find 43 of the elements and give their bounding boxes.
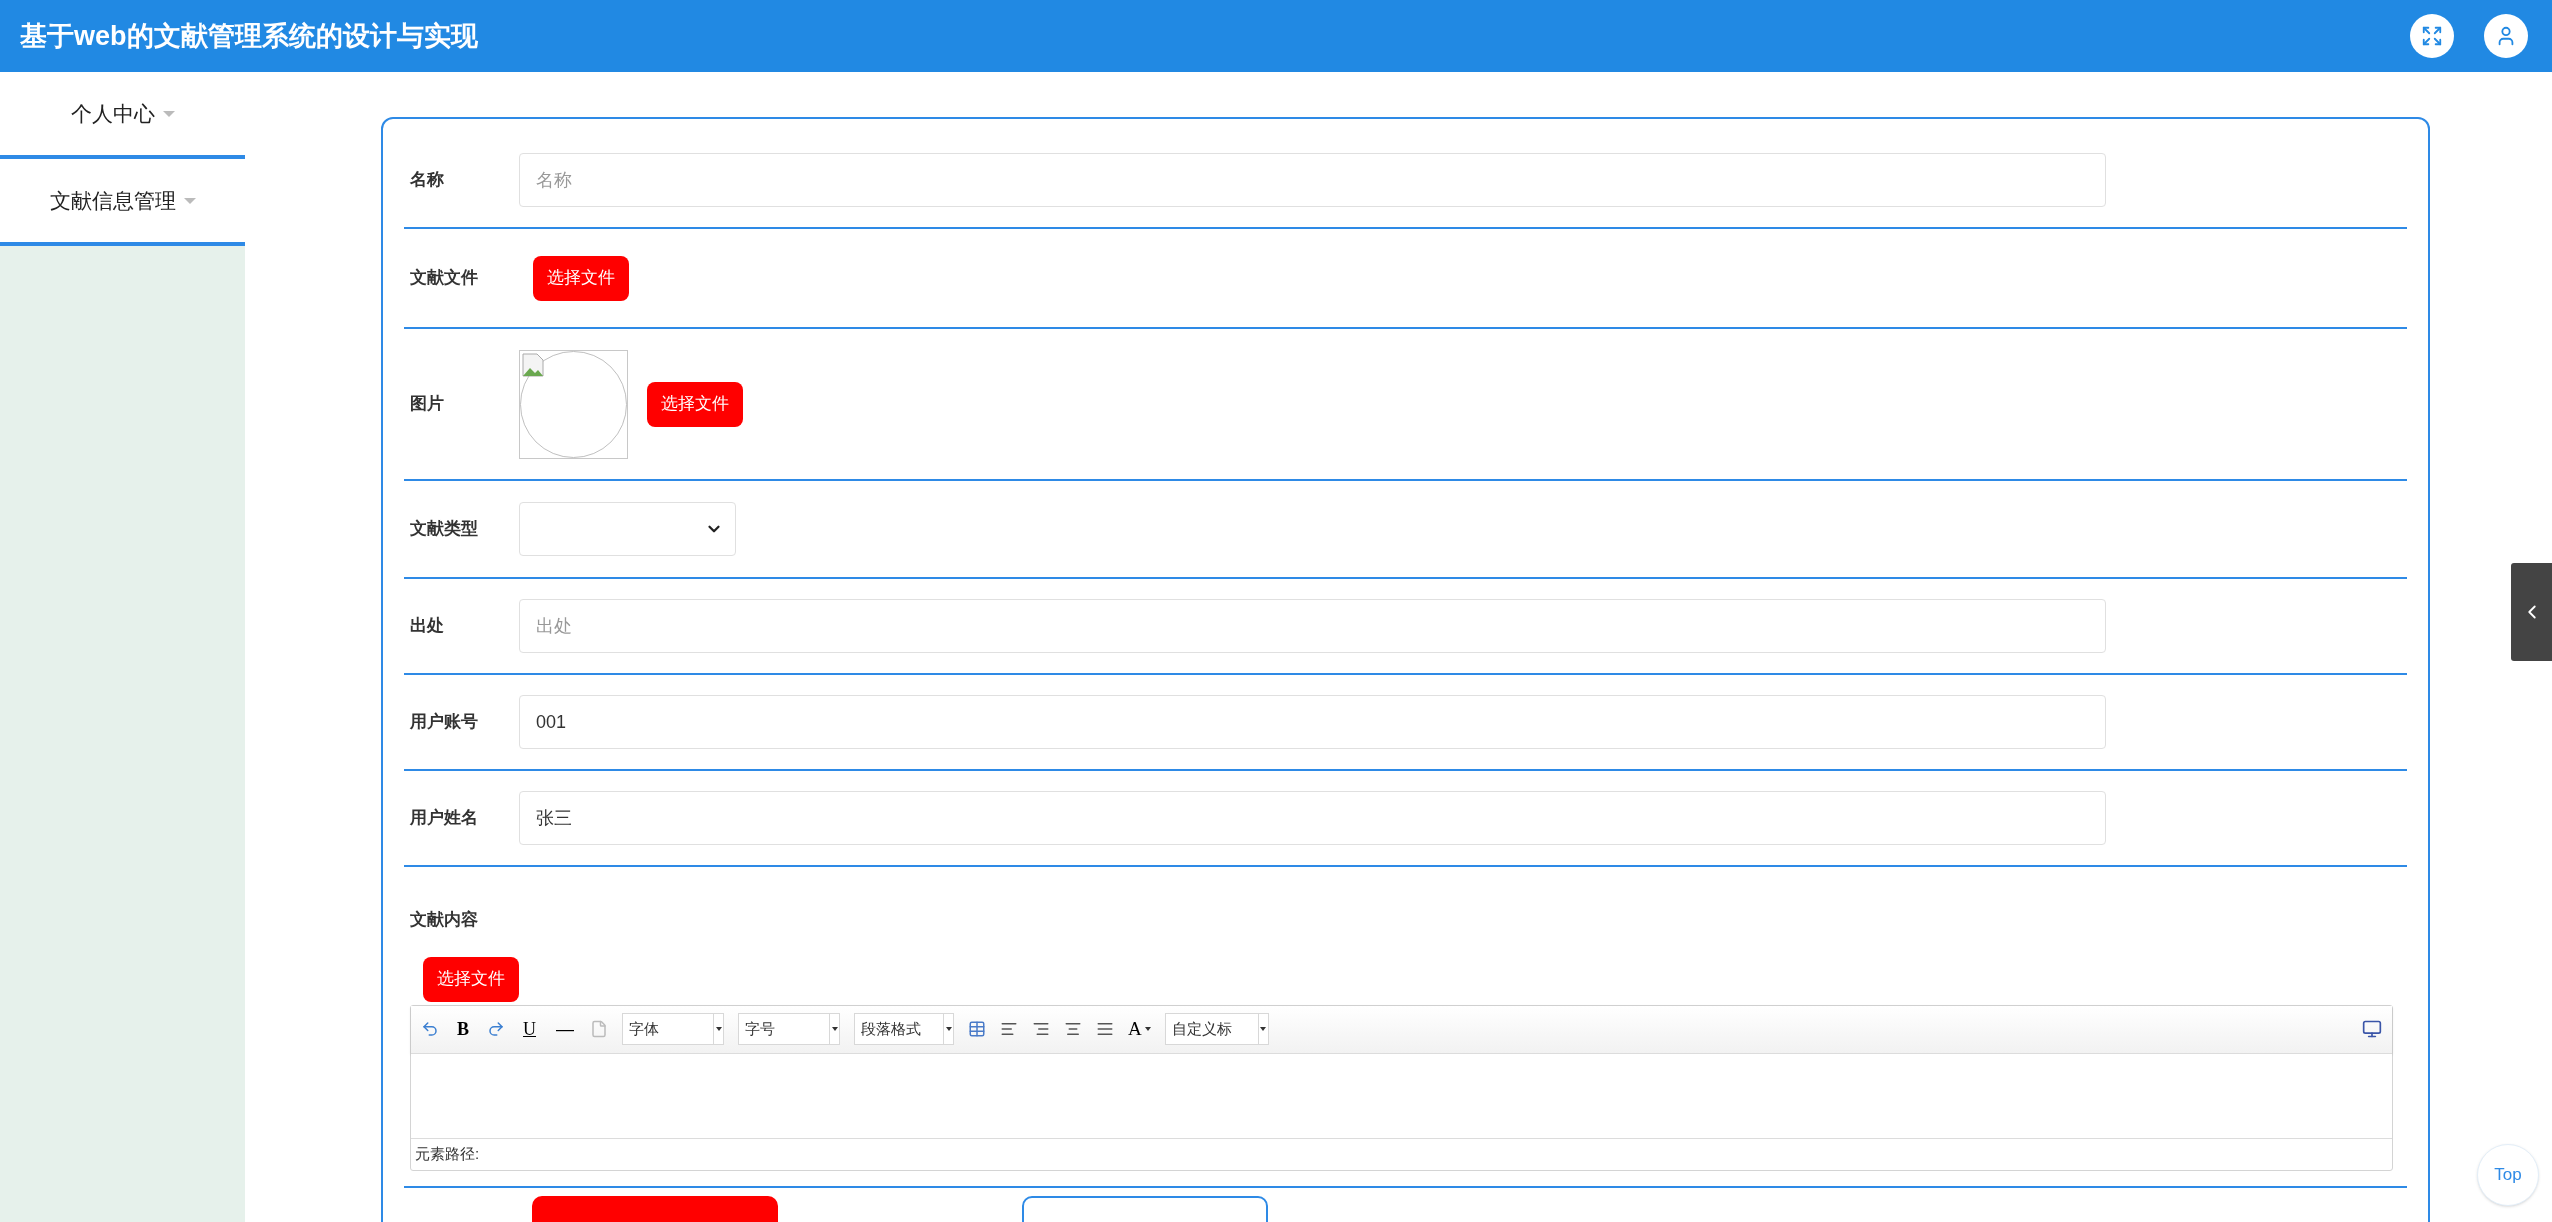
choose-file-button[interactable]: 选择文件 [533,255,629,301]
rich-text-editor[interactable]: B U — 字体 字号 段落格式 A 自定义标 元素路径: [410,1004,2393,1171]
caret-icon [183,197,196,204]
choose-file-button[interactable]: 选择文件 [423,956,519,1002]
element-path-label: 元素路径: [415,1143,480,1164]
back-to-top-button[interactable]: Top [2477,1144,2539,1206]
user-icon[interactable] [2484,14,2528,58]
toolbar-dropdown[interactable]: 字体 [622,1013,724,1045]
table-icon[interactable] [968,1020,986,1038]
choose-file-button[interactable]: 选择文件 [647,381,743,427]
bold-button[interactable]: B [453,1015,473,1043]
broken-image-icon [522,352,544,377]
text-field[interactable]: 名称 [519,153,2106,207]
field-label: 用户账号 [410,711,479,734]
align-justify-icon[interactable] [1096,1020,1114,1038]
side-panel-toggle[interactable] [2511,563,2552,661]
undo-icon[interactable] [421,1020,439,1038]
sidebar-menu-item[interactable]: 文献信息管理 [0,159,245,246]
text-field[interactable]: 出处 [519,599,2106,653]
align-center-icon[interactable] [1064,1020,1082,1038]
align-right-icon[interactable] [1032,1020,1050,1038]
horizontal-rule-button[interactable]: — [554,1015,576,1043]
text-field[interactable]: 张三 [519,791,2106,845]
field-label: 文献文件 [410,267,479,290]
toolbar-dropdown[interactable]: 自定义标 [1164,1013,1269,1045]
caret-icon [162,110,175,117]
underline-button[interactable]: U [519,1015,540,1043]
align-left-icon[interactable] [1000,1020,1018,1038]
field-label: 文献类型 [410,518,479,541]
font-color-button[interactable]: A [1128,1014,1151,1044]
app-title: 基于web的文献管理系统的设计与实现 [20,19,478,53]
field-label: 文献内容 [410,910,478,929]
field-label: 用户姓名 [410,807,479,830]
field-label: 出处 [410,615,445,638]
preview-icon[interactable] [2362,1019,2382,1039]
toolbar-dropdown[interactable]: 段落格式 [854,1013,954,1045]
sidebar-menu-item[interactable]: 个人中心 [0,72,245,159]
field-label: 名称 [410,169,445,192]
fullscreen-icon[interactable] [2410,14,2454,58]
text-field[interactable]: 001 [519,695,2106,749]
field-label: 图片 [410,393,445,416]
toolbar-dropdown[interactable]: 字号 [738,1013,840,1045]
redo-icon[interactable] [487,1020,505,1038]
